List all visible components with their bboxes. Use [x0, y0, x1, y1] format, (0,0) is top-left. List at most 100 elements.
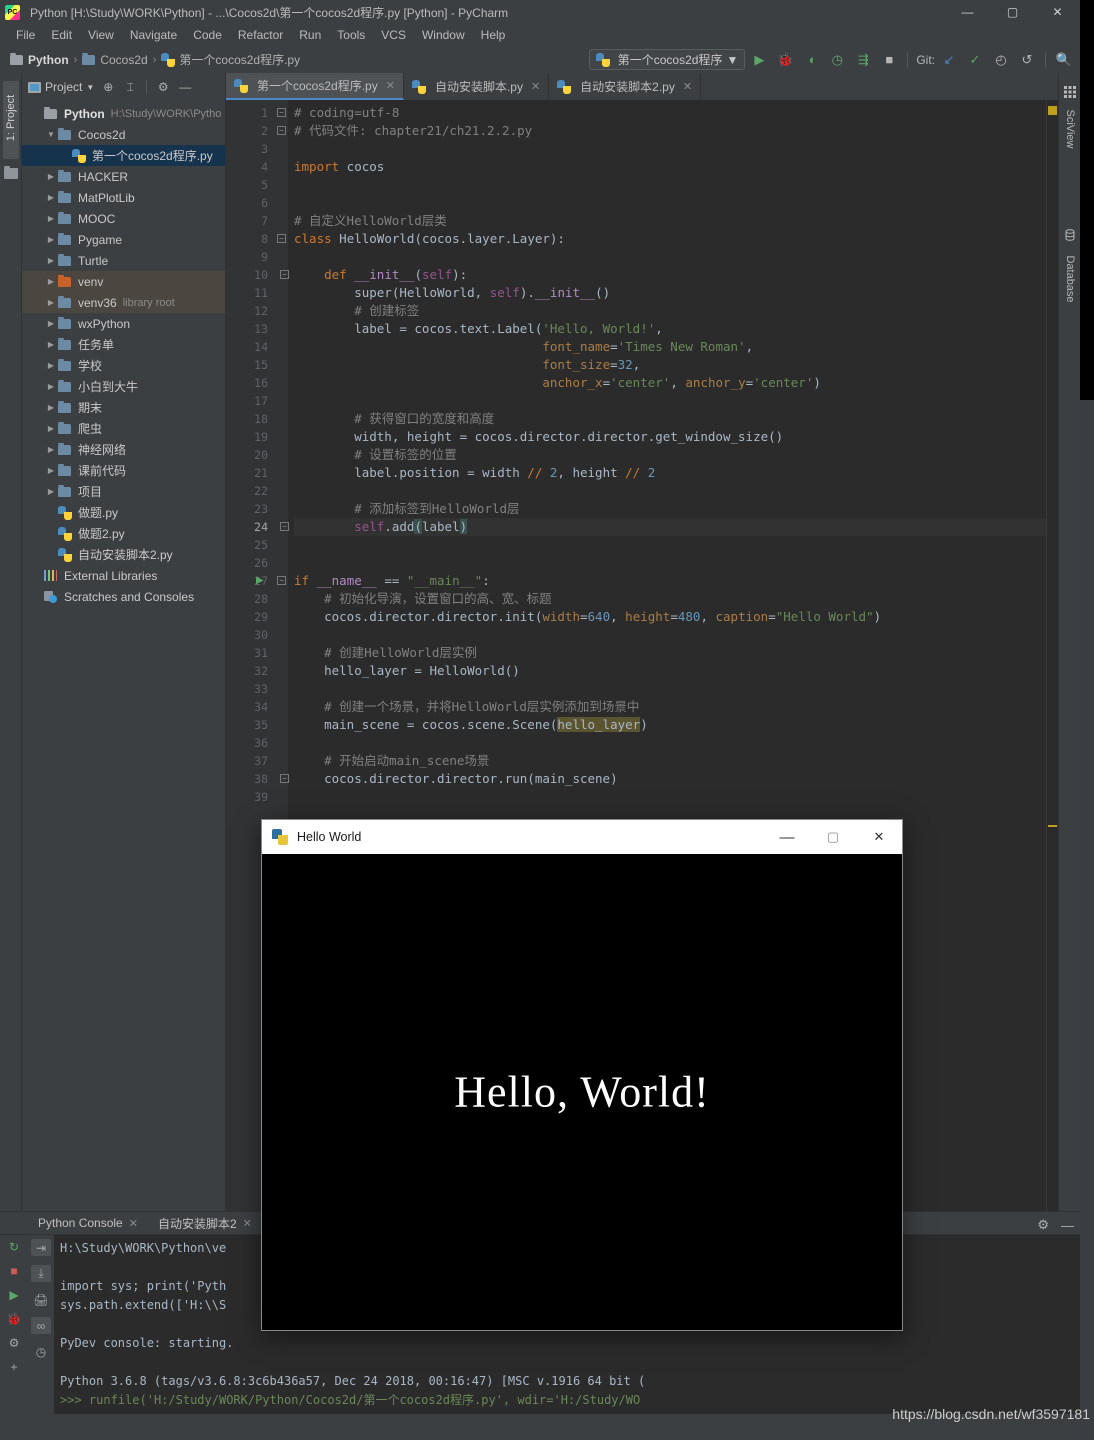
code-line[interactable]: cocos.director.director.init(width=640, … [294, 608, 1046, 626]
rerun-icon[interactable]: ↻ [9, 1239, 19, 1255]
code-line[interactable] [294, 626, 1046, 644]
settings-icon[interactable]: ⚙ [155, 79, 171, 95]
hello-world-window[interactable]: Hello World — ▢ ✕ Hello, World! [262, 820, 902, 1330]
code-line[interactable]: hello_layer = HelloWorld() [294, 662, 1046, 680]
locate-icon[interactable]: ⊕ [100, 79, 116, 95]
collapse-all-icon[interactable]: ⌶ [122, 79, 138, 95]
use-console-icon[interactable]: ∞ [31, 1317, 51, 1334]
expand-arrow-icon[interactable] [44, 466, 58, 475]
hide-icon[interactable]: — [1061, 1218, 1074, 1233]
sidebar-tab-sciview[interactable]: SciView [1064, 94, 1076, 164]
expand-arrow-icon[interactable] [44, 487, 58, 496]
breadcrumb-item-file[interactable]: 第一个cocos2d程序.py [161, 51, 300, 68]
menu-tools[interactable]: Tools [329, 26, 373, 44]
debug-icon[interactable]: 🐞 [7, 1311, 22, 1327]
profile-button[interactable]: ◷ [825, 49, 849, 71]
tree-item-19[interactable]: 做题.py [22, 502, 225, 523]
expand-arrow-icon[interactable] [44, 172, 58, 181]
code-line[interactable] [294, 194, 1046, 212]
close-icon[interactable]: ✕ [531, 80, 540, 93]
tree-item-16[interactable]: 神经网络 [22, 439, 225, 460]
expand-arrow-icon[interactable] [44, 214, 58, 223]
code-line[interactable]: font_size=32, [294, 356, 1046, 374]
expand-arrow-icon[interactable] [44, 382, 58, 391]
menu-window[interactable]: Window [414, 26, 473, 44]
code-line[interactable]: anchor_x='center', anchor_y='center') [294, 374, 1046, 392]
expand-arrow-icon[interactable] [44, 445, 58, 454]
hello-world-minimize-button[interactable]: — [764, 820, 810, 854]
editor-tab-0[interactable]: 第一个cocos2d程序.py ✕ [226, 73, 404, 100]
code-line[interactable]: def __init__(self): [294, 266, 1046, 284]
code-line[interactable] [294, 176, 1046, 194]
code-line[interactable]: font_name='Times New Roman', [294, 338, 1046, 356]
git-update-button[interactable]: ↙ [937, 49, 961, 71]
console-tab-1[interactable]: 自动安装脚本2 ✕ [148, 1215, 262, 1232]
tree-item-8[interactable]: venv [22, 271, 225, 292]
code-line[interactable] [294, 554, 1046, 572]
close-icon[interactable]: ✕ [683, 80, 692, 93]
code-line[interactable]: main_scene = cocos.scene.Scene(hello_lay… [294, 716, 1046, 734]
code-line[interactable]: # 初始化导演，设置窗口的高、宽、标题 [294, 590, 1046, 608]
code-fold-icon[interactable]: − [280, 774, 289, 783]
code-line[interactable]: label = cocos.text.Label('Hello, World!'… [294, 320, 1046, 338]
code-line[interactable]: # 获得窗口的宽度和高度 [294, 410, 1046, 428]
code-line[interactable] [294, 734, 1046, 752]
close-icon[interactable]: ✕ [243, 1217, 252, 1230]
expand-arrow-icon[interactable] [44, 319, 58, 328]
code-fold-icon[interactable]: − [277, 576, 286, 585]
expand-arrow-icon[interactable] [44, 298, 58, 307]
expand-arrow-icon[interactable] [44, 256, 58, 265]
code-line[interactable]: label.position = width // 2, height // 2 [294, 464, 1046, 482]
soft-wrap-icon[interactable]: ⇥ [31, 1239, 51, 1256]
code-fold-icon[interactable]: − [280, 270, 289, 279]
tree-item-7[interactable]: Turtle [22, 250, 225, 271]
run-gutter-icon[interactable]: ▶ [256, 575, 264, 586]
debug-button[interactable]: 🐞 [773, 49, 797, 71]
code-fold-icon[interactable]: − [280, 522, 289, 531]
code-line[interactable]: # 创建一个场景，并将HelloWorld层实例添加到场景中 [294, 698, 1046, 716]
settings-icon[interactable]: ⚙ [1037, 1217, 1049, 1233]
add-icon[interactable]: + [10, 1359, 17, 1375]
hello-world-maximize-button[interactable]: ▢ [810, 820, 856, 854]
tree-item-11[interactable]: 任务单 [22, 334, 225, 355]
editor-tab-2[interactable]: 自动安装脚本2.py ✕ [549, 73, 702, 100]
menu-edit[interactable]: Edit [43, 26, 80, 44]
menu-navigate[interactable]: Navigate [122, 26, 185, 44]
tree-item-2[interactable]: 第一个cocos2d程序.py [22, 145, 225, 166]
stop-icon[interactable]: ■ [10, 1263, 17, 1279]
tree-item-15[interactable]: 爬虫 [22, 418, 225, 439]
tree-item-0[interactable]: Python H:\Study\WORK\Pytho [22, 103, 225, 124]
code-line[interactable] [294, 482, 1046, 500]
console-tab-0[interactable]: Python Console ✕ [28, 1216, 148, 1230]
tree-item-6[interactable]: Pygame [22, 229, 225, 250]
menu-run[interactable]: Run [291, 26, 329, 44]
maximize-button[interactable]: ▢ [990, 0, 1035, 24]
code-line[interactable]: super(HelloWorld, self).__init__() [294, 284, 1046, 302]
breadcrumb-item-project[interactable]: Python [10, 52, 69, 67]
hello-world-close-button[interactable]: ✕ [856, 820, 902, 854]
error-stripe-marker-bar[interactable] [1046, 100, 1058, 1211]
code-line[interactable] [294, 248, 1046, 266]
tree-item-4[interactable]: MatPlotLib [22, 187, 225, 208]
menu-file[interactable]: File [8, 26, 43, 44]
menu-refactor[interactable]: Refactor [230, 26, 291, 44]
expand-arrow-icon[interactable] [44, 340, 58, 349]
code-line[interactable] [294, 788, 1046, 806]
run-configuration-selector[interactable]: 第一个cocos2d程序 ▼ [588, 49, 746, 70]
expand-arrow-icon[interactable] [44, 361, 58, 370]
minimize-button[interactable]: — [945, 0, 990, 24]
expand-arrow-icon[interactable] [44, 403, 58, 412]
warning-marker[interactable] [1048, 106, 1057, 115]
project-panel-title[interactable]: Project ▼ [28, 80, 94, 94]
code-line[interactable] [294, 680, 1046, 698]
breadcrumb-item-cocos2d[interactable]: Cocos2d [82, 52, 148, 67]
tree-item-10[interactable]: wxPython [22, 313, 225, 334]
usage-marker[interactable] [1048, 825, 1057, 827]
tree-item-12[interactable]: 学校 [22, 355, 225, 376]
tree-item-20[interactable]: 做题2.py [22, 523, 225, 544]
expand-arrow-icon[interactable] [44, 424, 58, 433]
tree-item-9[interactable]: venv36 library root [22, 292, 225, 313]
code-line[interactable]: cocos.director.director.run(main_scene) [294, 770, 1046, 788]
close-button[interactable]: ✕ [1035, 0, 1080, 24]
tree-item-3[interactable]: HACKER [22, 166, 225, 187]
